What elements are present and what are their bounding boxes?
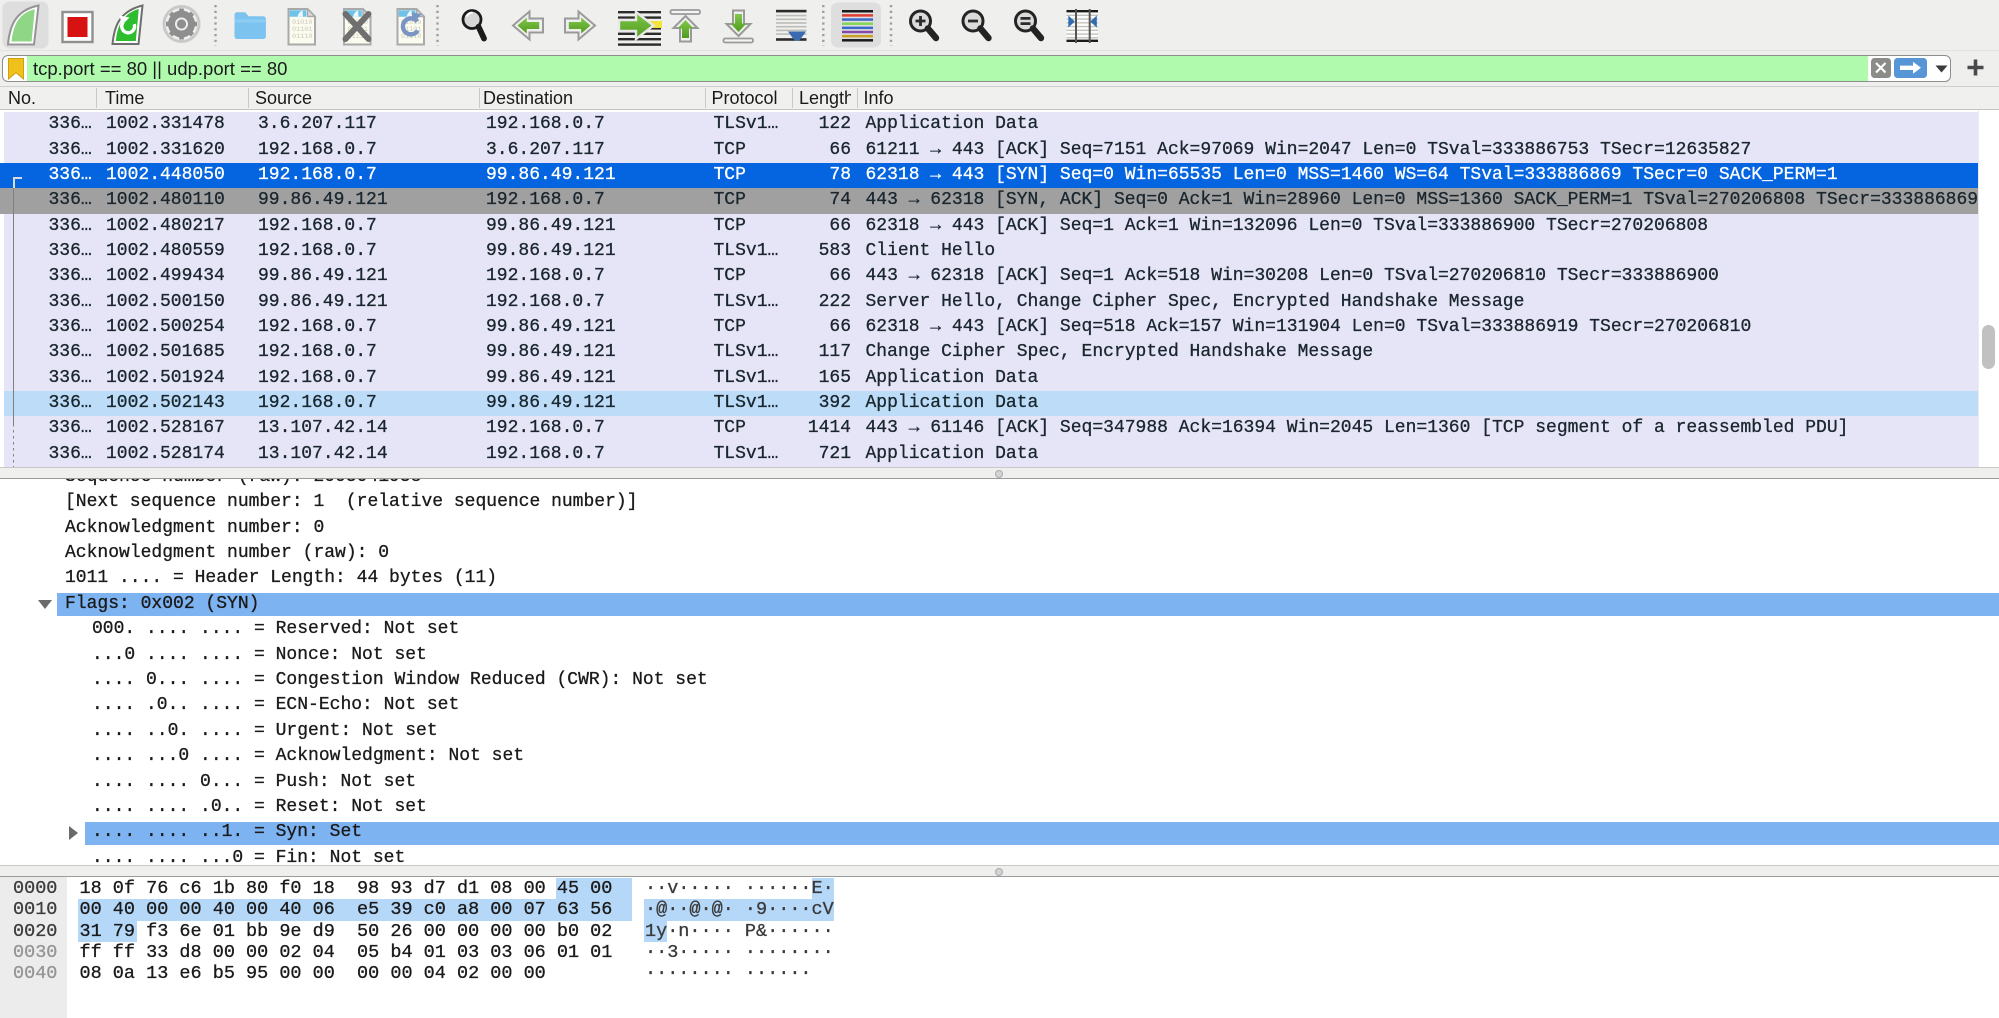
svg-text:01110: 01110 <box>292 33 312 41</box>
